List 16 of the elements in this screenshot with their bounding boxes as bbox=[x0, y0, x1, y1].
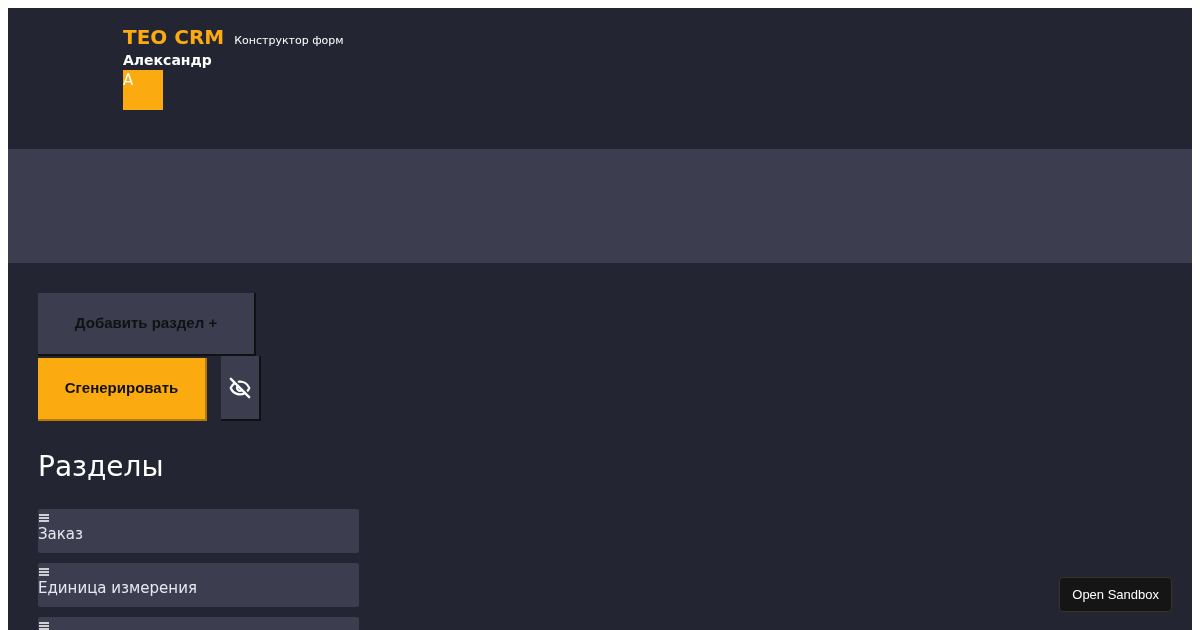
section-item[interactable]: Заказ bbox=[38, 509, 359, 553]
brand-logo: TEO CRM bbox=[123, 24, 225, 50]
section-item[interactable]: Единица измерения bbox=[38, 563, 359, 607]
eye-off-icon bbox=[229, 376, 251, 399]
section-label: Заказ bbox=[38, 524, 84, 545]
header-subtitle: Конструктор форм bbox=[234, 33, 344, 49]
sections-heading: Разделы bbox=[38, 449, 164, 485]
user-avatar: А bbox=[123, 70, 163, 110]
section-label: Единица измерения bbox=[38, 578, 197, 599]
user-name: Александр bbox=[123, 51, 212, 70]
drag-handle-icon[interactable] bbox=[38, 513, 50, 523]
open-sandbox-button[interactable]: Open Sandbox bbox=[1059, 576, 1172, 612]
drag-handle-icon[interactable] bbox=[38, 621, 50, 630]
drag-handle-icon[interactable] bbox=[38, 567, 50, 577]
hide-preview-button[interactable] bbox=[221, 356, 261, 421]
generate-button[interactable]: Сгенерировать bbox=[38, 358, 207, 421]
